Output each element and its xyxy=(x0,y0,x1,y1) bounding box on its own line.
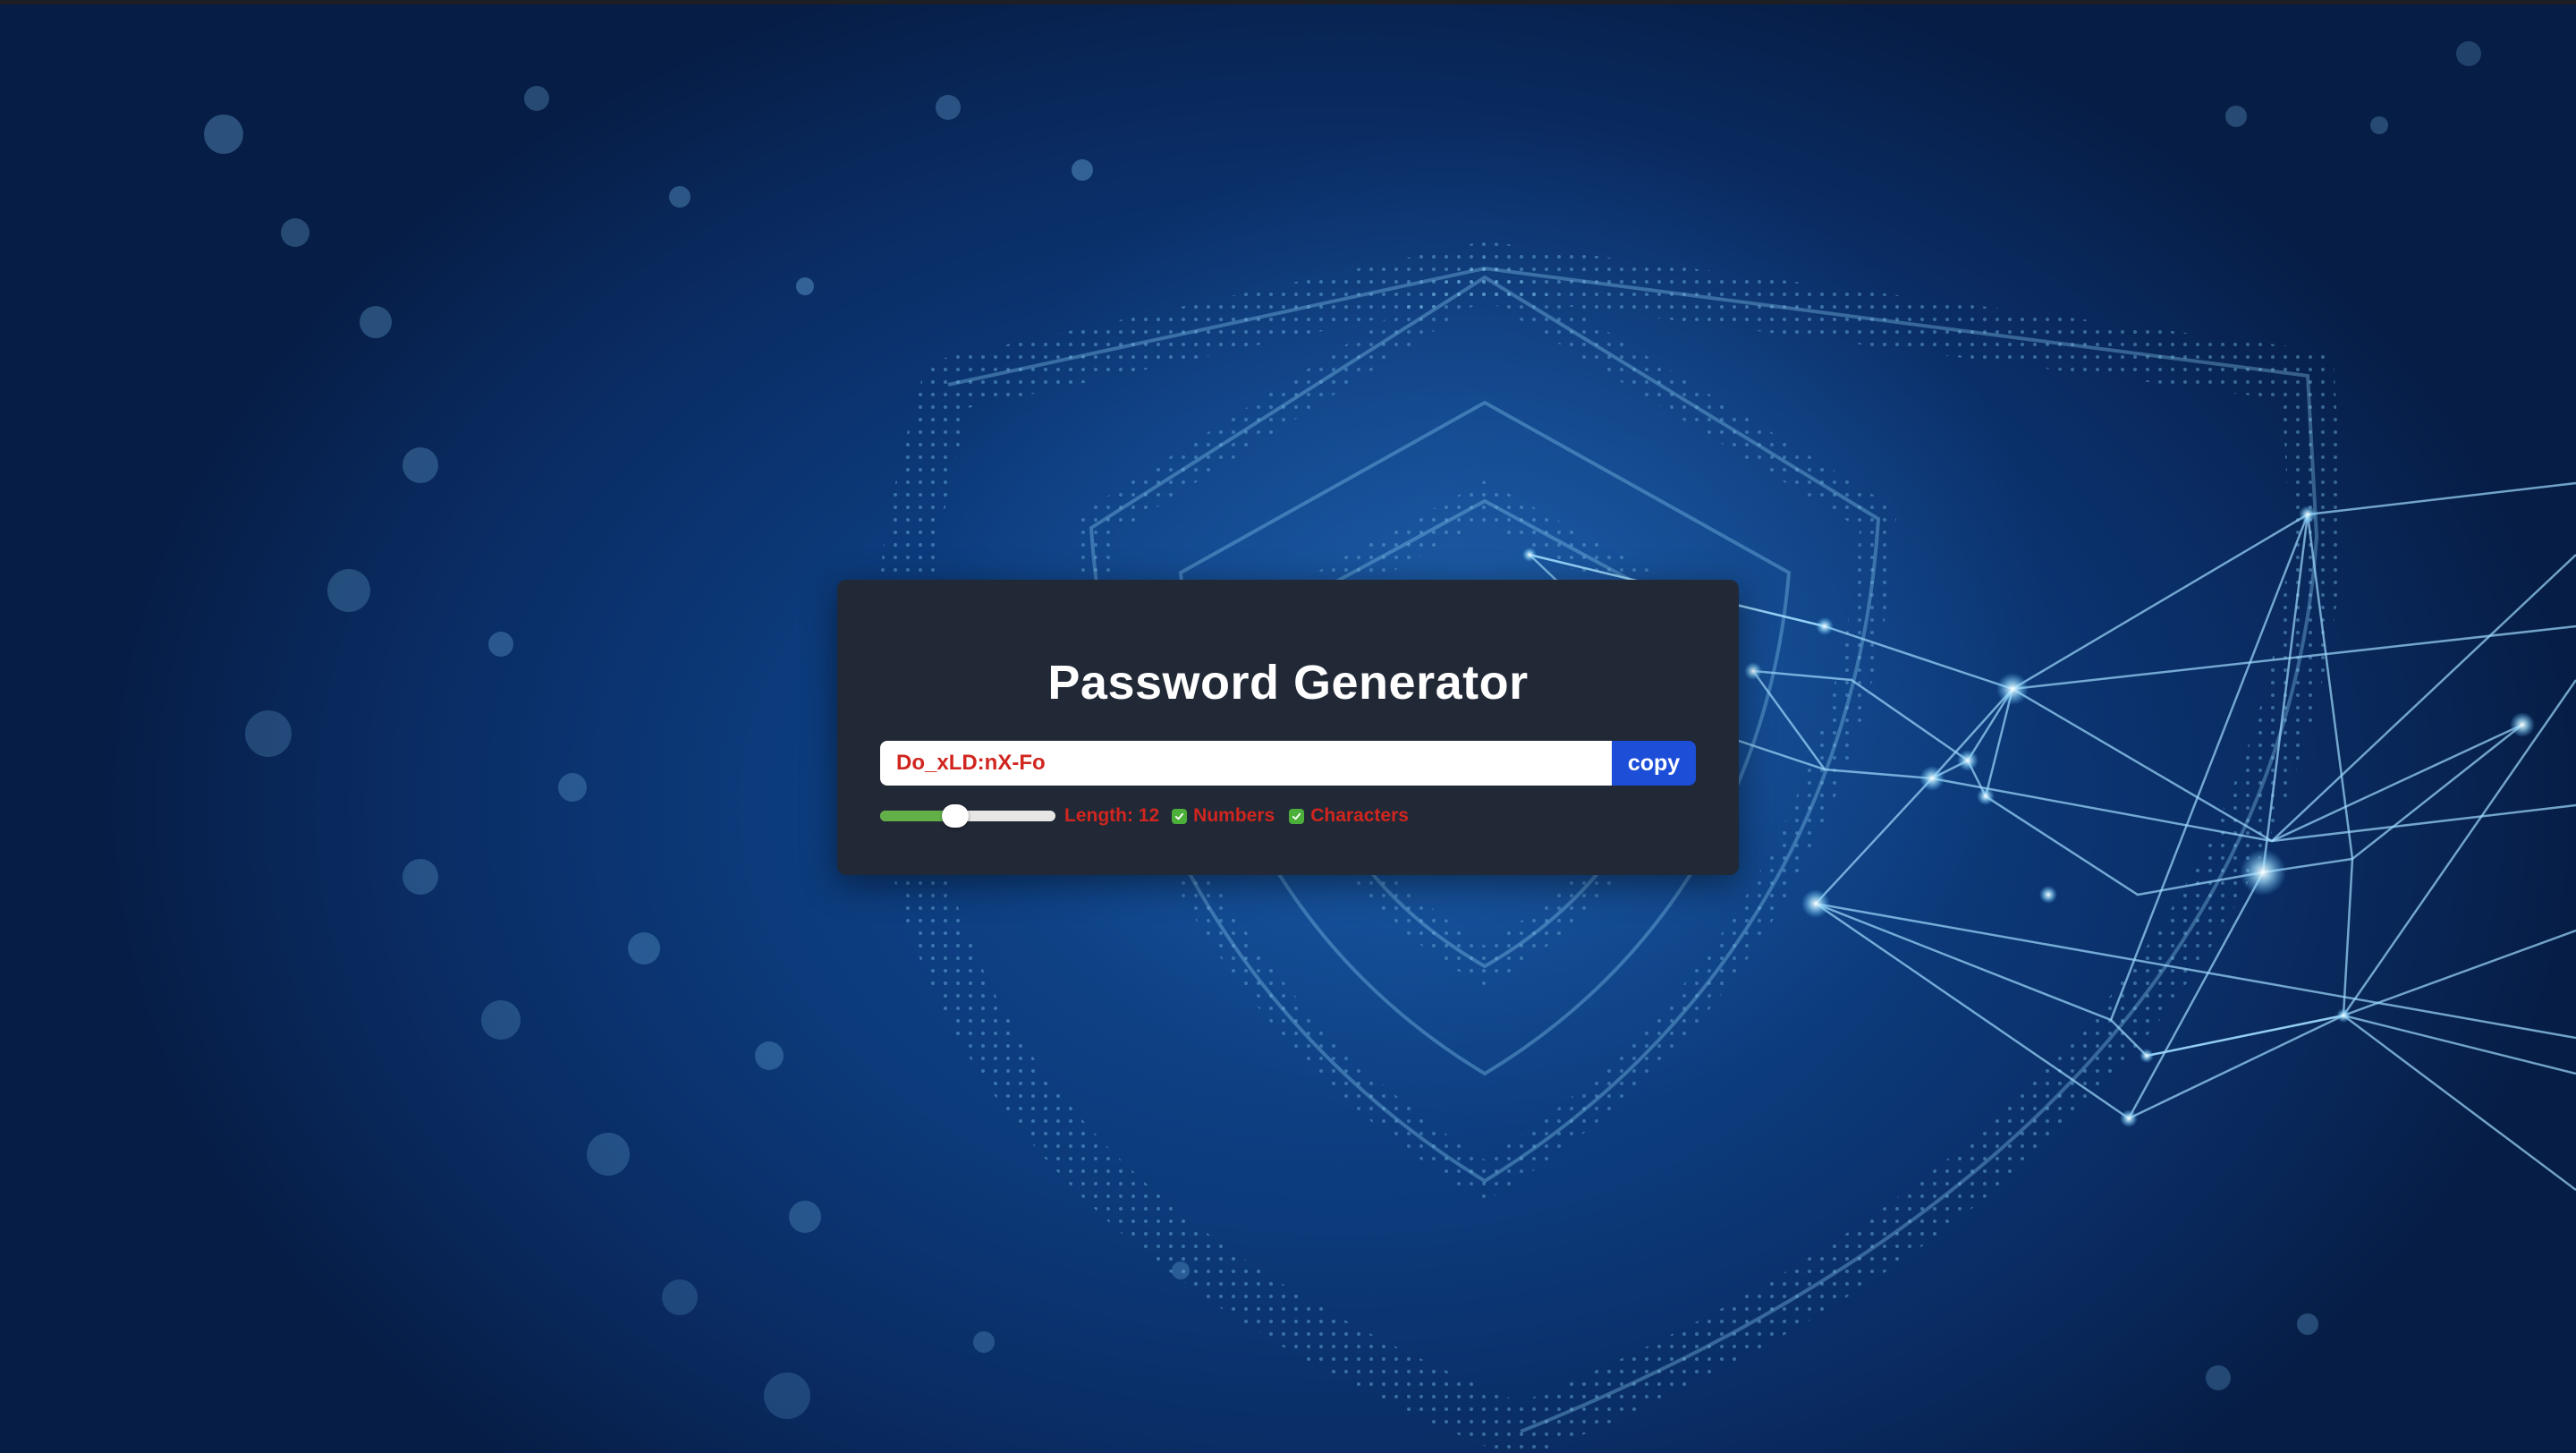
numbers-label: Numbers xyxy=(1193,805,1275,826)
characters-label: Characters xyxy=(1310,805,1409,826)
options-row: Length: 12 Numbers Characters xyxy=(880,800,1423,832)
page-title: Password Generator xyxy=(1047,656,1529,710)
characters-option[interactable]: Characters xyxy=(1289,805,1409,827)
length-slider[interactable] xyxy=(880,804,1055,828)
slider-thumb[interactable] xyxy=(942,804,970,828)
password-output-field[interactable] xyxy=(880,741,1612,786)
length-label: Length: 12 xyxy=(1064,805,1160,826)
password-row: copy xyxy=(880,741,1696,786)
checkmark-icon[interactable] xyxy=(1289,808,1305,824)
copy-button[interactable]: copy xyxy=(1612,741,1696,786)
numbers-option[interactable]: Numbers xyxy=(1172,805,1275,827)
password-generator-card: Password Generator copy Length: 12 Numbe… xyxy=(837,580,1739,875)
checkmark-icon[interactable] xyxy=(1172,808,1188,824)
